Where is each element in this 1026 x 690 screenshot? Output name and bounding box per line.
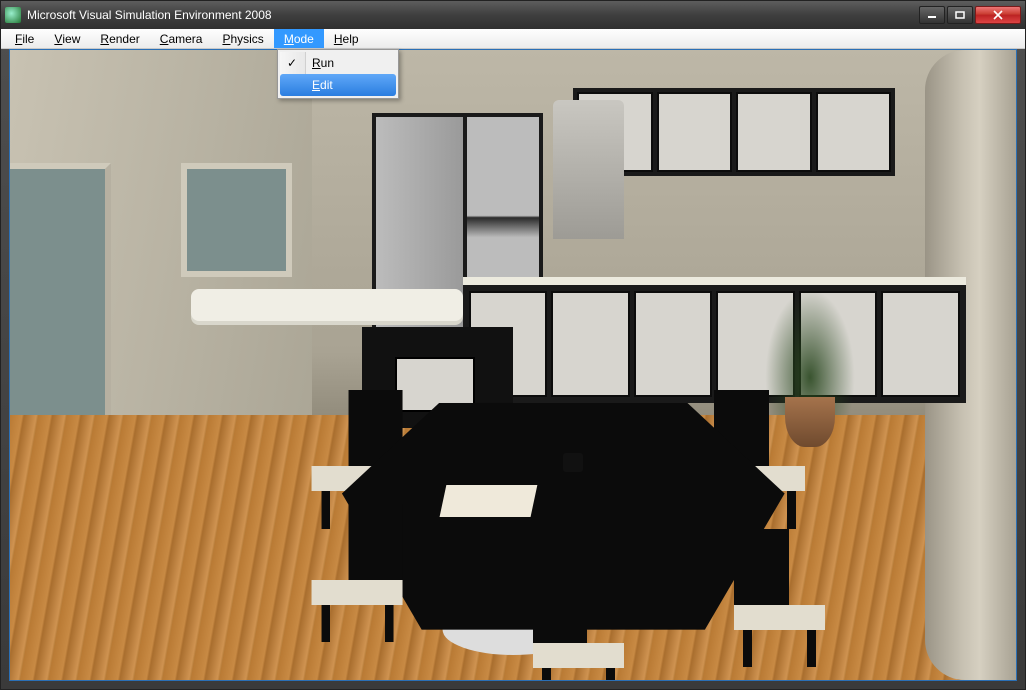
window-title: Microsoft Visual Simulation Environment … xyxy=(27,8,919,22)
mode-dropdown-item-edit[interactable]: Edit xyxy=(280,74,396,96)
scene-window xyxy=(181,163,292,276)
mode-dropdown-item-run[interactable]: ✓ Run xyxy=(280,52,396,74)
close-icon xyxy=(992,10,1004,20)
scene-mug xyxy=(563,453,583,472)
scene-chair xyxy=(734,529,825,668)
titlebar[interactable]: Microsoft Visual Simulation Environment … xyxy=(1,1,1025,29)
app-icon xyxy=(5,7,21,23)
mode-dropdown: ✓ Run Edit xyxy=(277,49,399,99)
menu-render[interactable]: Render xyxy=(90,29,149,48)
scene-chair xyxy=(312,504,403,643)
scene-counter xyxy=(463,277,966,403)
scene-range-hood xyxy=(553,100,623,239)
app-window: Microsoft Visual Simulation Environment … xyxy=(0,0,1026,690)
scene-chair xyxy=(533,567,624,680)
window-controls xyxy=(919,6,1021,24)
minimize-icon xyxy=(927,11,937,19)
menubar: File View Render Camera Physics Mode Hel… xyxy=(1,29,1025,49)
checkmark-icon: ✓ xyxy=(287,56,297,70)
scene-door xyxy=(10,163,111,440)
menu-mode[interactable]: Mode xyxy=(274,29,324,48)
viewport-frame xyxy=(9,49,1017,681)
scene-book xyxy=(439,485,536,517)
simulation-viewport[interactable] xyxy=(10,50,1016,680)
menu-physics[interactable]: Physics xyxy=(212,29,273,48)
menu-help[interactable]: Help xyxy=(324,29,369,48)
scene-island-top xyxy=(191,289,463,321)
menu-view[interactable]: View xyxy=(44,29,90,48)
maximize-button[interactable] xyxy=(947,6,973,24)
close-button[interactable] xyxy=(975,6,1021,24)
menu-file[interactable]: File xyxy=(5,29,44,48)
maximize-icon xyxy=(955,11,965,19)
menu-camera[interactable]: Camera xyxy=(150,29,213,48)
minimize-button[interactable] xyxy=(919,6,945,24)
